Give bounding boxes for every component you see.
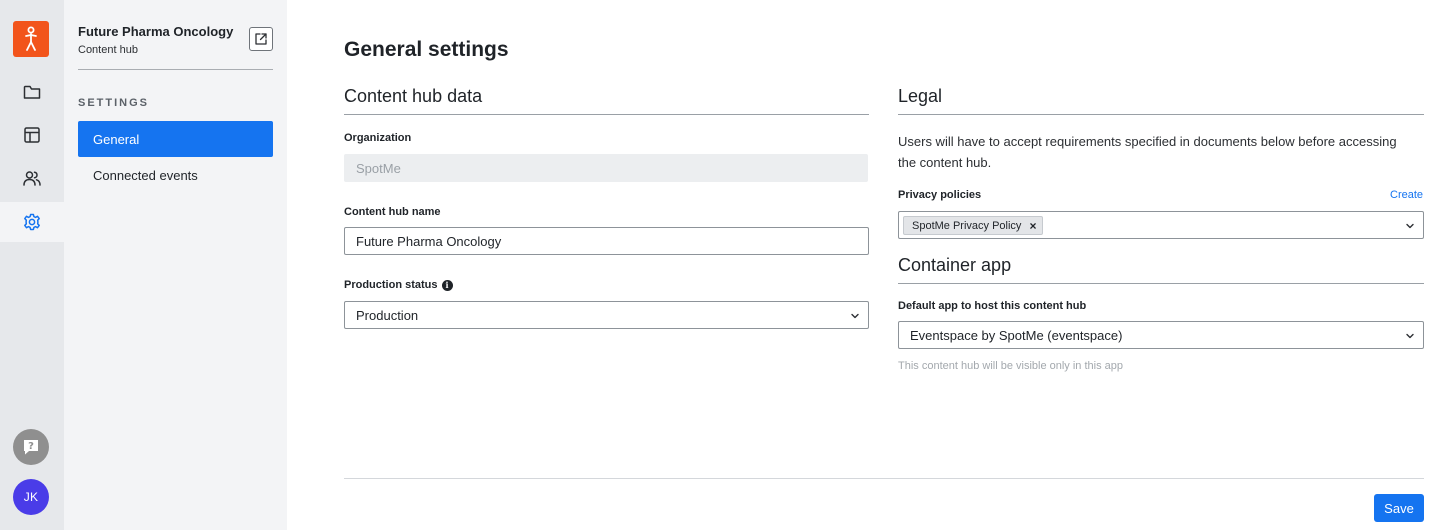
folder-icon [23, 85, 41, 99]
external-link-icon [255, 33, 267, 45]
footer-divider [344, 478, 1424, 479]
hub-name-label: Content hub name [344, 206, 441, 218]
svg-text:?: ? [28, 441, 34, 452]
container-app-divider [898, 283, 1424, 284]
privacy-policies-select[interactable]: SpotMe Privacy Policy × [898, 211, 1424, 239]
container-app-title: Container app [898, 255, 1012, 275]
rail-users-button[interactable] [0, 158, 64, 198]
help-chat-icon: ? [24, 440, 38, 455]
settings-heading: SETTINGS [78, 97, 150, 109]
rail-settings-button[interactable] [0, 202, 64, 242]
icon-rail: ? JK [0, 0, 64, 530]
remove-chip-icon[interactable]: × [1029, 219, 1036, 233]
default-app-select[interactable]: Eventspace by SpotMe (eventspace) [898, 321, 1424, 349]
settings-sidebar: Future Pharma Oncology Content hub SETTI… [64, 0, 287, 530]
hub-name-value: Future Pharma Oncology [356, 233, 502, 249]
production-status-label-row: Production status i [344, 279, 453, 291]
rail-layout-button[interactable] [0, 115, 64, 155]
sidebar-item-general[interactable]: General [78, 121, 273, 157]
rail-folder-button[interactable] [0, 72, 64, 112]
organization-value: SpotMe [356, 160, 401, 176]
chevron-down-icon [851, 313, 859, 319]
chevron-down-icon [1406, 333, 1414, 339]
legal-divider [898, 114, 1424, 115]
sidebar-divider [78, 69, 273, 70]
gear-icon [24, 213, 40, 231]
production-status-label: Production status [344, 279, 438, 291]
create-privacy-policy-link[interactable]: Create [1390, 189, 1423, 201]
organization-label: Organization [344, 132, 412, 144]
help-button[interactable]: ? [13, 429, 49, 465]
content-hub-data-title: Content hub data [344, 86, 483, 106]
privacy-policies-label: Privacy policies [898, 189, 982, 201]
production-status-value: Production [356, 307, 419, 323]
save-button[interactable]: Save [1374, 494, 1424, 522]
users-icon [23, 171, 41, 186]
info-icon[interactable]: i [441, 279, 453, 291]
default-app-hint: This content hub will be visible only in… [898, 360, 1124, 372]
default-app-value: Eventspace by SpotMe (eventspace) [910, 327, 1123, 343]
hub-subtitle: Content hub [78, 44, 138, 56]
content-hub-data-divider [344, 114, 869, 115]
avatar[interactable]: JK [13, 479, 49, 515]
hub-name-input[interactable]: Future Pharma Oncology [344, 227, 869, 255]
chevron-down-icon [1406, 223, 1414, 229]
legal-title: Legal [898, 86, 943, 106]
organization-field: SpotMe [344, 154, 868, 182]
production-status-select[interactable]: Production [344, 301, 869, 329]
default-app-label: Default app to host this content hub [898, 300, 1087, 312]
spotme-person-icon[interactable] [13, 21, 49, 57]
privacy-policy-chip: SpotMe Privacy Policy × [903, 216, 1044, 235]
open-external-button[interactable] [249, 27, 273, 51]
legal-description: Users will have to accept requirements s… [898, 134, 1397, 170]
hub-name: Future Pharma Oncology [78, 24, 234, 39]
page-title: General settings [344, 38, 509, 61]
privacy-policy-chip-label: SpotMe Privacy Policy [912, 219, 1022, 232]
sidebar-item-connected-events[interactable]: Connected events [78, 157, 273, 193]
layout-icon [24, 127, 40, 143]
